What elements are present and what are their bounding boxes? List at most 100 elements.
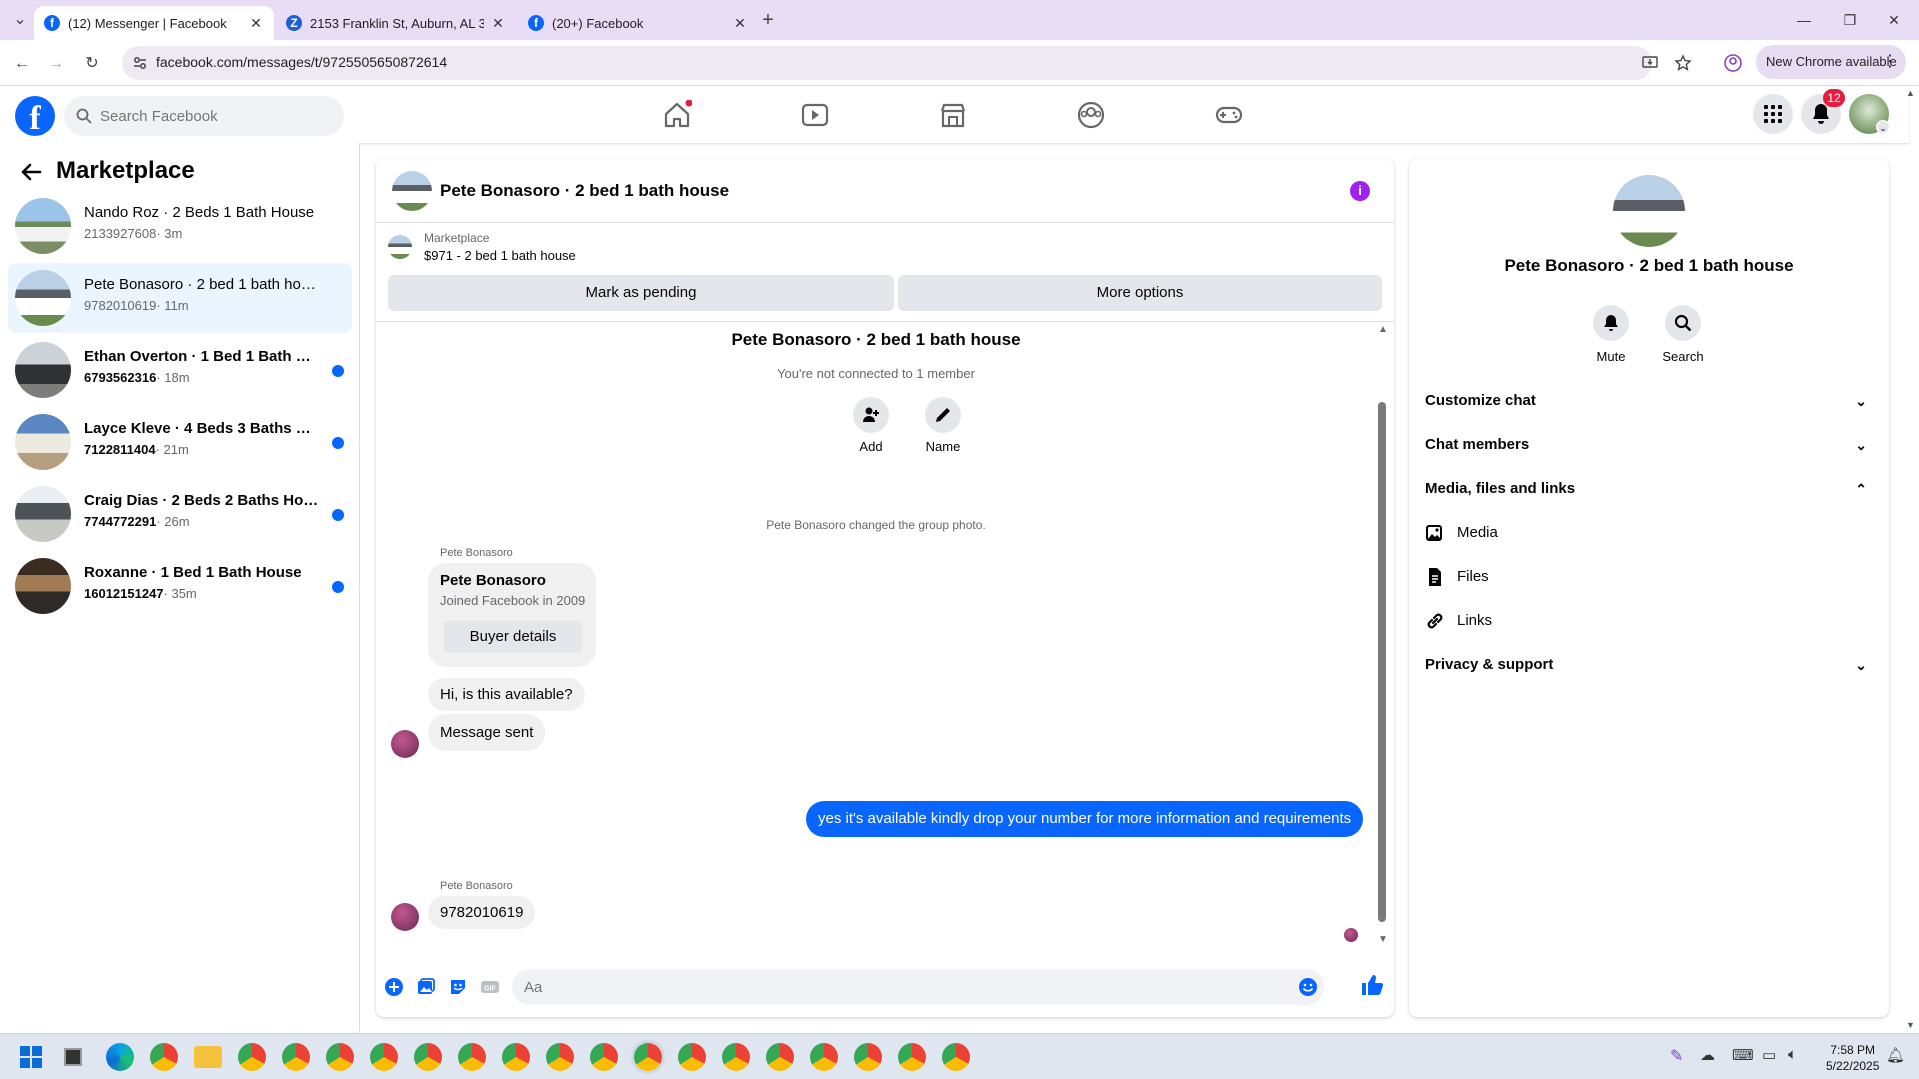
mute-button[interactable]: Mute bbox=[1581, 305, 1641, 364]
tab-facebook[interactable]: f (20+) Facebook ✕ bbox=[518, 6, 758, 40]
windows-start-icon[interactable] bbox=[20, 1046, 42, 1068]
new-chrome-available-button[interactable]: New Chrome available ⋮ bbox=[1756, 45, 1906, 79]
conversation-item[interactable]: Ethan Overton · 1 Bed 1 Bath House 67935… bbox=[8, 335, 352, 405]
chat-title[interactable]: Pete Bonasoro · 2 bed 1 bath house bbox=[440, 181, 729, 201]
forward-icon[interactable]: → bbox=[44, 52, 68, 76]
conversation-item[interactable]: Nando Roz · 2 Beds 1 Bath House 21339276… bbox=[8, 191, 352, 261]
conversation-item-selected[interactable]: Pete Bonasoro · 2 bed 1 bath house 97820… bbox=[8, 263, 352, 333]
network-icon[interactable]: ▭ bbox=[1762, 1046, 1776, 1064]
chrome-icon[interactable] bbox=[282, 1043, 310, 1071]
gaming-icon[interactable] bbox=[1214, 100, 1244, 130]
listing-price[interactable]: $971 - 2 bed 1 bath house bbox=[424, 248, 576, 263]
close-tab-icon[interactable]: ✕ bbox=[490, 15, 506, 32]
account-chevron-icon[interactable]: ⌄ bbox=[1876, 120, 1890, 134]
facebook-search-input[interactable] bbox=[100, 96, 330, 136]
sticker-icon[interactable] bbox=[448, 977, 468, 997]
marketplace-icon[interactable] bbox=[938, 100, 968, 130]
edge-icon[interactable] bbox=[106, 1043, 134, 1071]
photo-icon[interactable] bbox=[416, 977, 436, 997]
url-text[interactable]: facebook.com/messages/t/9725505650872614 bbox=[156, 54, 447, 70]
chrome-icon[interactable] bbox=[766, 1043, 794, 1071]
facebook-search[interactable] bbox=[64, 96, 344, 136]
keyboard-icon[interactable]: ⌨ bbox=[1732, 1046, 1754, 1064]
chrome-icon[interactable] bbox=[238, 1043, 266, 1071]
file-explorer-icon[interactable] bbox=[194, 1046, 222, 1068]
name-chat-button[interactable]: Name bbox=[913, 397, 973, 454]
page-scroll-up-icon[interactable]: ▲ bbox=[1906, 88, 1915, 98]
mark-as-pending-button[interactable]: Mark as pending bbox=[388, 275, 894, 311]
more-options-button[interactable]: More options bbox=[898, 275, 1382, 311]
message-input-wrapper[interactable] bbox=[512, 969, 1324, 1005]
task-view-icon[interactable] bbox=[64, 1048, 82, 1066]
back-icon[interactable]: ← bbox=[10, 52, 34, 76]
buyer-details-button[interactable]: Buyer details bbox=[444, 621, 582, 653]
reload-icon[interactable]: ↻ bbox=[80, 52, 104, 76]
video-icon[interactable] bbox=[800, 100, 830, 130]
chrome-icon[interactable] bbox=[722, 1043, 750, 1071]
chrome-icon[interactable] bbox=[458, 1043, 486, 1071]
conversation-item[interactable]: Layce Kleve · 4 Beds 3 Baths House 71228… bbox=[8, 407, 352, 477]
profile-icon[interactable] bbox=[1723, 53, 1743, 73]
facebook-logo-icon[interactable]: f bbox=[15, 96, 55, 137]
conversation-item[interactable]: Roxanne · 1 Bed 1 Bath House 16012151247… bbox=[8, 551, 352, 621]
tab-search-chevron-icon[interactable]: ⌄ bbox=[8, 8, 32, 32]
chrome-icon[interactable] bbox=[370, 1043, 398, 1071]
sender-avatar[interactable] bbox=[391, 903, 419, 931]
message-bubble[interactable]: Hi, is this available? bbox=[428, 678, 585, 711]
search-in-chat-button[interactable]: Search bbox=[1653, 305, 1713, 364]
chrome-icon[interactable] bbox=[854, 1043, 882, 1071]
message-input[interactable] bbox=[512, 969, 1324, 1005]
listing-thumbnail[interactable] bbox=[388, 235, 412, 259]
chrome-icon[interactable] bbox=[502, 1043, 530, 1071]
plus-circle-icon[interactable] bbox=[384, 977, 404, 997]
scroll-down-arrow-icon[interactable]: ▼ bbox=[1378, 934, 1388, 945]
media-files-links-section[interactable]: Media, files and links ⌃ bbox=[1425, 471, 1873, 507]
close-window-icon[interactable]: ✕ bbox=[1874, 8, 1914, 32]
message-bubble[interactable]: 9782010619 bbox=[428, 896, 536, 929]
install-app-icon[interactable] bbox=[1642, 55, 1658, 71]
details-avatar[interactable] bbox=[1613, 175, 1685, 247]
pen-icon[interactable]: ✎ bbox=[1670, 1046, 1683, 1066]
files-item[interactable]: Files bbox=[1425, 559, 1873, 595]
links-item[interactable]: Links bbox=[1425, 603, 1873, 639]
scroll-up-arrow-icon[interactable]: ▲ bbox=[1378, 324, 1388, 335]
chrome-icon[interactable] bbox=[546, 1043, 574, 1071]
kebab-menu-icon[interactable]: ⋮ bbox=[1882, 45, 1898, 79]
notification-center-icon[interactable]: 🔔︎ bbox=[1886, 1046, 1905, 1064]
close-tab-icon[interactable]: ✕ bbox=[248, 15, 264, 32]
media-item[interactable]: Media bbox=[1425, 515, 1873, 551]
site-settings-icon[interactable] bbox=[132, 55, 148, 71]
page-scroll-down-icon[interactable]: ▼ bbox=[1906, 1020, 1915, 1030]
chrome-icon[interactable] bbox=[678, 1043, 706, 1071]
volume-icon[interactable]: 🔈︎ bbox=[1788, 1046, 1797, 1063]
chrome-icon[interactable] bbox=[150, 1043, 178, 1071]
home-icon[interactable] bbox=[662, 100, 692, 130]
system-clock[interactable]: 7:58 PM 5/22/2025 bbox=[1826, 1042, 1879, 1074]
chat-avatar[interactable] bbox=[392, 171, 432, 211]
emoji-icon[interactable] bbox=[1298, 977, 1318, 997]
menu-button[interactable] bbox=[1753, 94, 1793, 134]
chrome-icon[interactable] bbox=[942, 1043, 970, 1071]
conversation-item[interactable]: Craig Dias · 2 Beds 2 Baths House 774477… bbox=[8, 479, 352, 549]
chat-members-section[interactable]: Chat members ⌄ bbox=[1425, 427, 1873, 463]
tab-zillow[interactable]: Z 2153 Franklin St, Auburn, AL 36 ✕ bbox=[276, 6, 516, 40]
gif-icon[interactable]: GIF bbox=[480, 977, 500, 997]
minimize-icon[interactable]: — bbox=[1784, 8, 1824, 32]
chrome-icon[interactable] bbox=[898, 1043, 926, 1071]
close-tab-icon[interactable]: ✕ bbox=[732, 15, 748, 32]
chrome-icon[interactable] bbox=[590, 1043, 618, 1071]
my-message-bubble[interactable]: yes it's available kindly drop your numb… bbox=[806, 801, 1364, 837]
tab-messenger[interactable]: f (12) Messenger | Facebook ✕ bbox=[34, 6, 274, 40]
thumbs-up-icon[interactable] bbox=[1360, 973, 1384, 997]
chrome-icon[interactable] bbox=[810, 1043, 838, 1071]
add-member-button[interactable]: Add bbox=[841, 397, 901, 454]
info-icon[interactable]: i bbox=[1350, 181, 1370, 201]
cloud-offline-icon[interactable]: ☁ bbox=[1700, 1046, 1715, 1064]
scrollbar-thumb[interactable] bbox=[1378, 402, 1386, 922]
message-bubble[interactable]: Message sent bbox=[428, 714, 546, 751]
new-tab-icon[interactable]: + bbox=[756, 8, 780, 32]
groups-icon[interactable] bbox=[1076, 100, 1106, 130]
bookmark-star-icon[interactable] bbox=[1674, 54, 1692, 72]
chrome-icon[interactable] bbox=[414, 1043, 442, 1071]
sender-avatar[interactable] bbox=[391, 730, 419, 758]
